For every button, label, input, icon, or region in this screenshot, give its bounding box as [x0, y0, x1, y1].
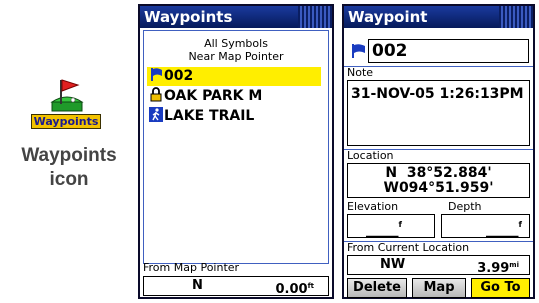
waypoint-name: 002: [164, 68, 194, 84]
waypoints-app-icon: Waypoints: [26, 74, 110, 136]
list-filter[interactable]: All Symbols Near Map Pointer: [144, 37, 328, 63]
title-bar-grip: [499, 6, 533, 28]
distance-value: 3.99: [477, 261, 510, 276]
distance-unit: mi: [509, 261, 519, 269]
detail-title: Waypoint: [348, 8, 428, 26]
waypoint-row-oak-park[interactable]: OAK PARK M: [147, 87, 262, 106]
footer-bearing: N: [192, 278, 203, 293]
filter-symbols: All Symbols: [204, 37, 268, 50]
latitude: N 38°52.884': [385, 165, 492, 181]
elevation-field[interactable]: _____f: [347, 214, 435, 238]
elevation-value: _____: [366, 223, 399, 238]
waypoint-name-field[interactable]: 002: [368, 39, 529, 63]
go-to-button[interactable]: Go To: [471, 278, 530, 298]
waypoint-row-002[interactable]: 002: [147, 67, 321, 86]
list-title: Waypoints: [144, 8, 233, 26]
note-field[interactable]: 31-NOV-05 1:26:13PM: [347, 80, 530, 146]
blue-flag-icon: [151, 68, 162, 81]
footer-label: From Map Pointer: [143, 261, 240, 274]
waypoint-list-panel: All Symbols Near Map Pointer 002 OAK PAR…: [143, 30, 329, 264]
waypoint-detail-screen: Waypoint 002 Note 31-NOV-05 1:26:13PM Lo…: [342, 4, 535, 299]
caption-line-2: icon: [49, 169, 89, 190]
footer-distance-value: 0.00: [275, 282, 308, 297]
map-pointer-readout: N 0.00ft: [143, 276, 329, 299]
flag-on-hill-icon: [50, 79, 84, 112]
icon-label: Waypoints: [31, 114, 101, 129]
footer-distance-unit: ft: [307, 282, 314, 290]
lock-icon: [150, 87, 162, 102]
waypoints-list-screen: Waypoints All Symbols Near Map Pointer 0…: [138, 4, 334, 299]
waypoint-name: OAK PARK M: [164, 88, 263, 104]
waypoint-row-lake-trail[interactable]: LAKE TRAIL: [147, 107, 254, 126]
elevation-unit: f: [398, 220, 402, 229]
longitude: W094°51.959': [383, 180, 494, 196]
detail-title-bar: Waypoint: [344, 6, 533, 28]
footer-distance: 0.00ft: [276, 277, 314, 299]
depth-value: _____: [486, 223, 519, 238]
location-field[interactable]: N 38°52.884' W094°51.959': [347, 163, 530, 198]
waypoint-symbol-icon[interactable]: [350, 43, 366, 59]
caption-line-1: Waypoints: [21, 145, 117, 166]
depth-field[interactable]: _____f: [441, 214, 530, 238]
bearing-value: NW: [380, 257, 406, 272]
figure-caption: Waypoints icon: [0, 144, 138, 192]
location-label: Location: [347, 149, 394, 162]
map-button[interactable]: Map: [412, 278, 466, 298]
hiker-icon: [149, 107, 163, 122]
list-title-bar: Waypoints: [140, 6, 332, 28]
title-bar-grip: [298, 6, 332, 28]
depth-label: Depth: [448, 200, 482, 213]
note-label: Note: [347, 66, 374, 79]
distance-readout: 3.99mi: [477, 256, 519, 278]
elevation-label: Elevation: [347, 200, 399, 213]
filter-sort: Near Map Pointer: [188, 50, 284, 63]
depth-unit: f: [518, 220, 522, 229]
delete-button[interactable]: Delete: [347, 278, 407, 298]
waypoint-name: LAKE TRAIL: [164, 108, 255, 124]
current-location-readout: NW 3.99mi: [347, 255, 530, 278]
from-current-label: From Current Location: [347, 241, 470, 254]
